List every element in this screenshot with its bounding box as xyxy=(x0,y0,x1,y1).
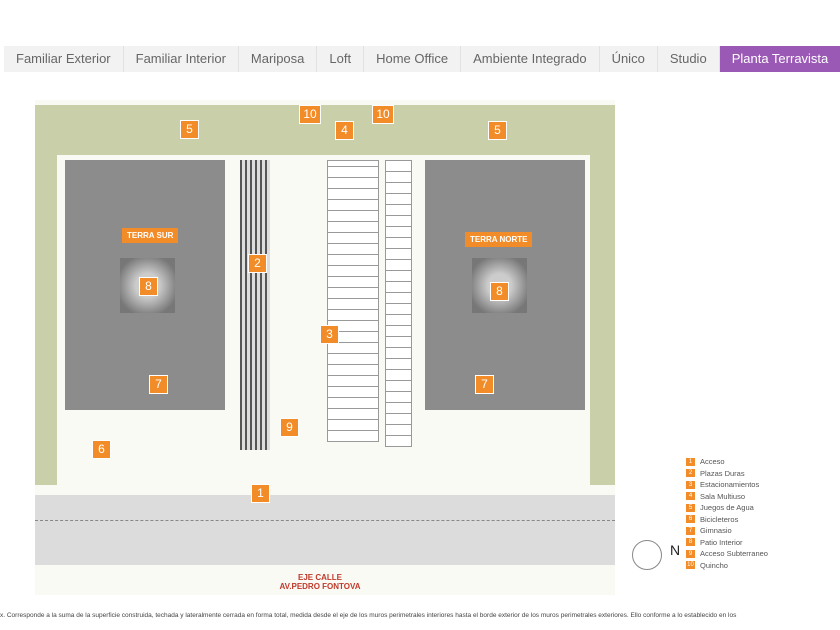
legend: 1 Acceso 2 Plazas Duras 3 Estacionamientos … xyxy=(686,456,768,571)
plaza-dura xyxy=(240,160,270,450)
tab-familiar-interior[interactable]: Familiar Interior xyxy=(124,46,239,72)
marker-4: 4 xyxy=(335,121,354,140)
marker-10a: 10 xyxy=(299,105,321,124)
avenue xyxy=(35,495,615,565)
label-terra-norte: TERRA NORTE xyxy=(465,232,533,247)
legend-item: 5 Juegos de Agua xyxy=(686,502,768,514)
marker-8a: 8 xyxy=(139,277,158,296)
marker-6: 6 xyxy=(92,440,111,459)
tab-loft[interactable]: Loft xyxy=(317,46,365,72)
tab-unico[interactable]: Único xyxy=(600,46,658,72)
legend-item: 4 Sala Multiuso xyxy=(686,491,768,503)
floorplan-tabs: Familiar Exterior Familiar Interior Mari… xyxy=(4,46,840,72)
marker-2: 2 xyxy=(248,254,267,273)
legend-item: 2 Plazas Duras xyxy=(686,468,768,480)
legend-item: 3 Estacionamientos xyxy=(686,479,768,491)
west-garden xyxy=(35,105,57,485)
legend-item: 6 Bicicleteros xyxy=(686,514,768,526)
street-label: EJE CALLE AV.PEDRO FONTOVA xyxy=(275,573,365,591)
legend-item: 9 Acceso Subterraneo xyxy=(686,548,768,560)
marker-8b: 8 xyxy=(490,282,509,301)
legend-item: 8 Patio Interior xyxy=(686,537,768,549)
legend-item: 1 Acceso xyxy=(686,456,768,468)
tab-ambiente-integrado[interactable]: Ambiente Integrado xyxy=(461,46,600,72)
marker-1: 1 xyxy=(251,484,270,503)
legend-item: 10 Quincho xyxy=(686,560,728,570)
marker-5a: 5 xyxy=(180,120,199,139)
parking-a xyxy=(327,160,379,442)
north-label: N xyxy=(670,542,681,558)
legend-item: 7 Gimnasio xyxy=(686,525,768,537)
marker-3: 3 xyxy=(320,325,339,344)
tab-home-office[interactable]: Home Office xyxy=(364,46,462,72)
tab-planta-terravista[interactable]: Planta Terravista xyxy=(719,46,840,72)
marker-7b: 7 xyxy=(475,375,494,394)
street-axis-line xyxy=(35,520,615,522)
parking-b xyxy=(385,160,412,447)
east-garden xyxy=(590,105,615,485)
marker-7a: 7 xyxy=(149,375,168,394)
tab-mariposa[interactable]: Mariposa xyxy=(239,46,318,72)
compass-icon xyxy=(632,540,662,570)
street-name-text: AV.PEDRO FONTOVA xyxy=(279,582,361,591)
site-plan: TERRA SUR TERRA NORTE 1 2 3 4 5 5 6 7 7 … xyxy=(35,100,615,595)
marker-5b: 5 xyxy=(488,121,507,140)
tab-studio[interactable]: Studio xyxy=(658,46,720,72)
marker-10b: 10 xyxy=(372,105,394,124)
label-terra-sur: TERRA SUR xyxy=(122,228,179,243)
marker-9: 9 xyxy=(280,418,299,437)
street-axis-text: EJE CALLE xyxy=(297,573,342,582)
footnote: x. Corresponde a la suma de la superfici… xyxy=(0,612,737,619)
tab-familiar-exterior[interactable]: Familiar Exterior xyxy=(4,46,124,72)
